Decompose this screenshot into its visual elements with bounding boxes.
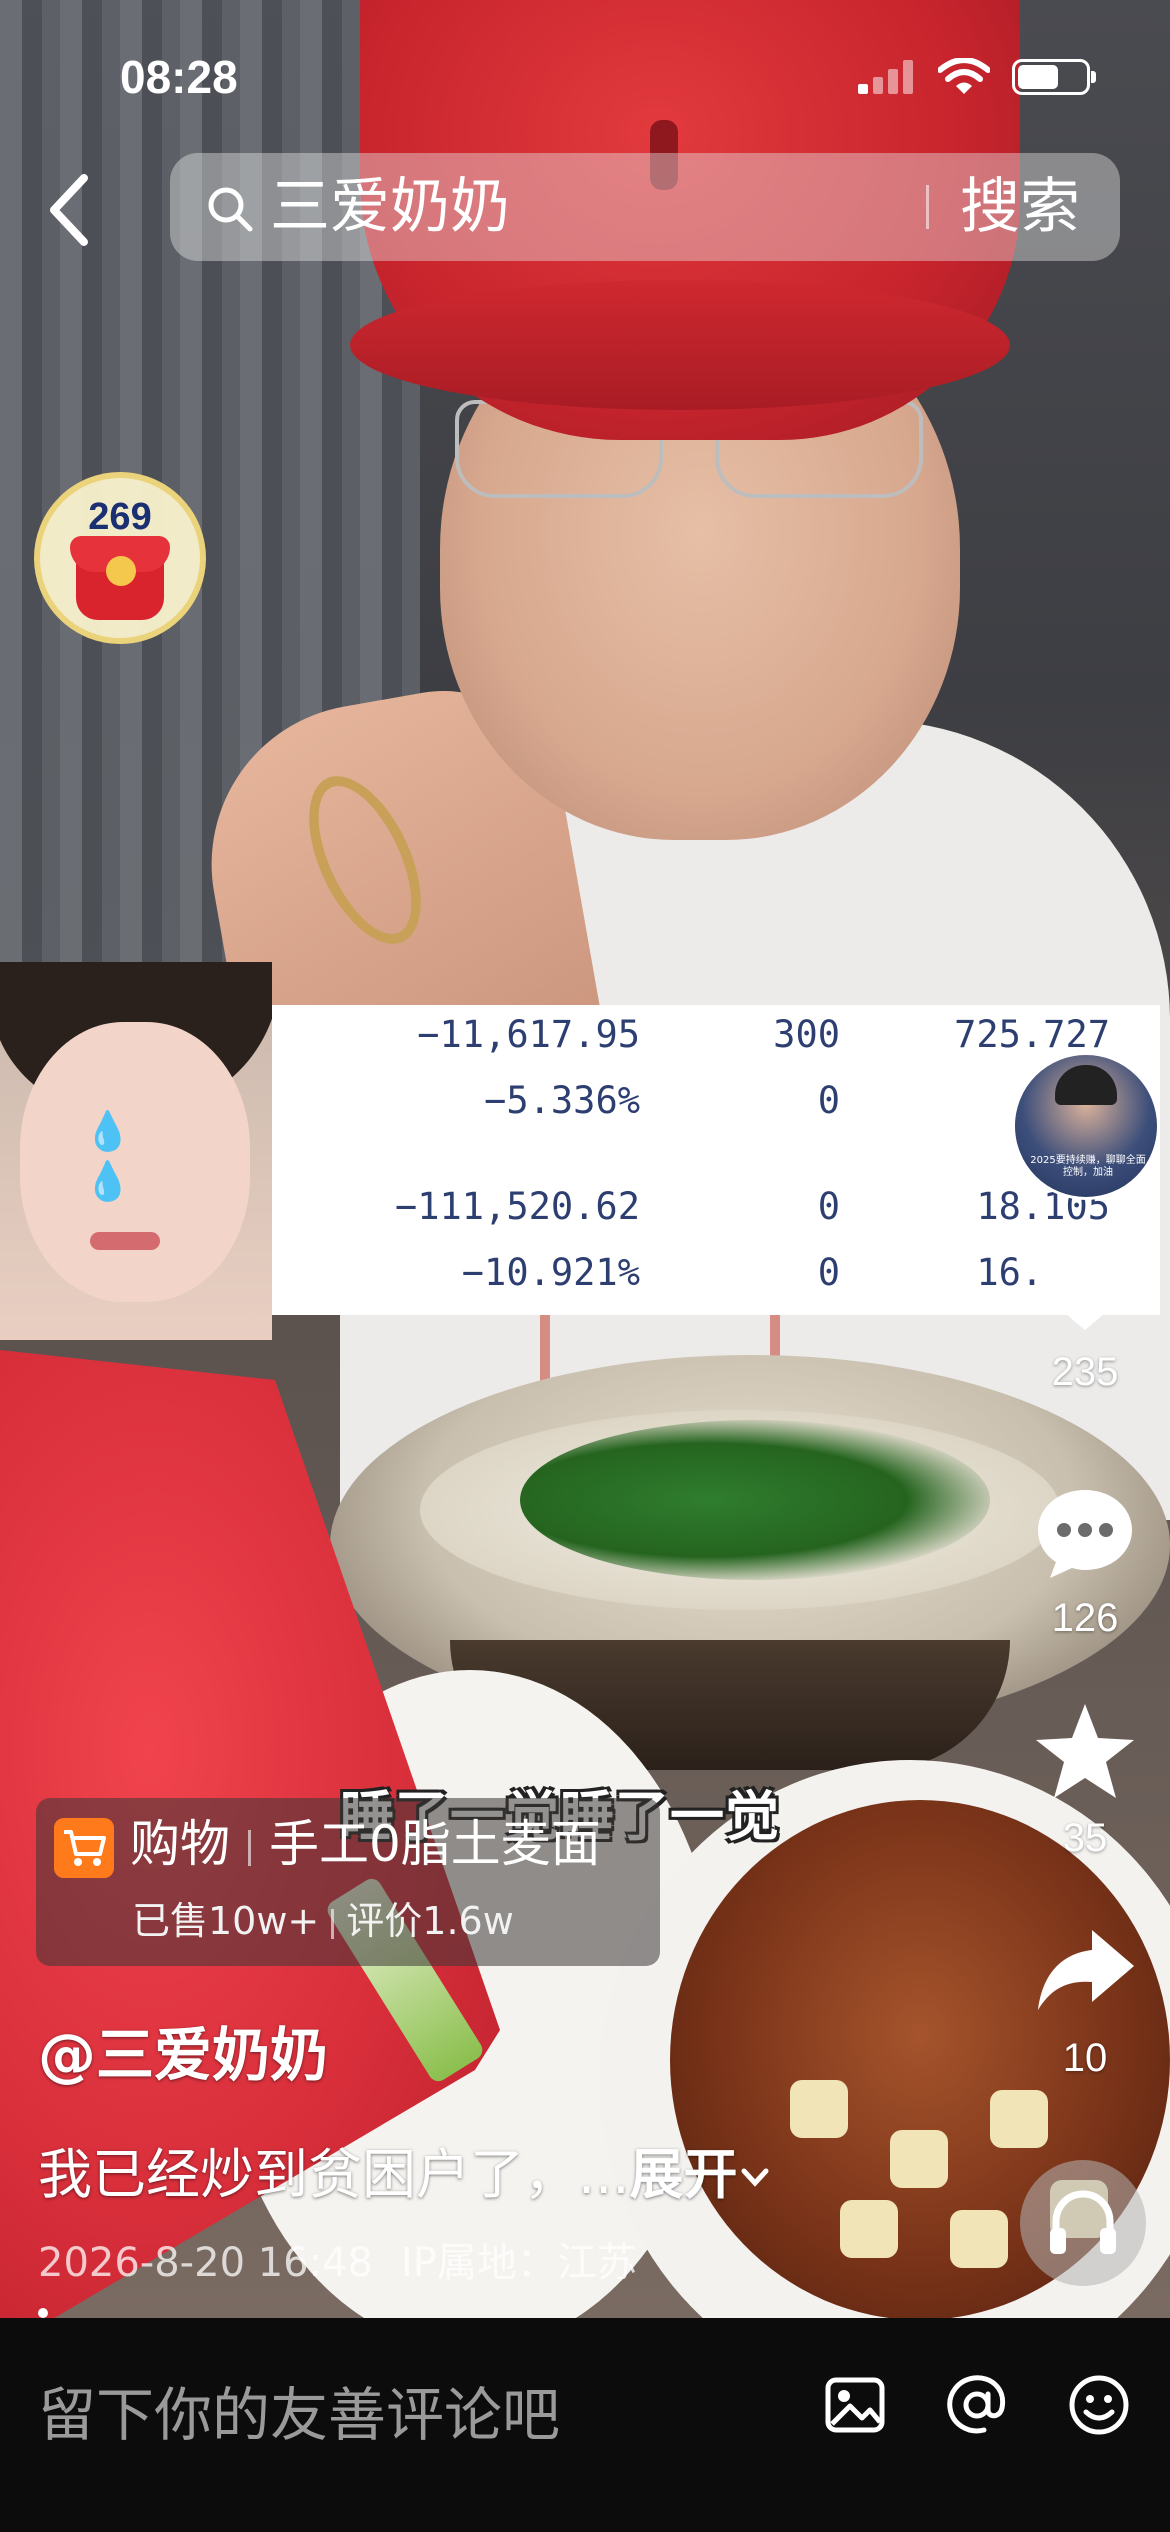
description-text: 我已经炒到贫困户了，... xyxy=(38,2143,630,2206)
expand-link[interactable]: 展开 xyxy=(630,2143,738,2206)
table-cell: −5.336% xyxy=(484,1079,640,1122)
search-bar[interactable]: 三爱奶奶 搜索 xyxy=(170,153,1120,261)
table-cell: 0 xyxy=(817,1079,840,1122)
favorite-button[interactable]: 35 xyxy=(1020,1698,1150,1861)
author-name[interactable]: @三爱奶奶 xyxy=(38,2008,328,2092)
post-date: 2026-8-20 16:48 xyxy=(38,2240,373,2286)
mention-icon[interactable] xyxy=(944,2372,1010,2438)
red-packet-count: 269 xyxy=(88,496,152,538)
heart-icon xyxy=(1038,1240,1132,1330)
back-arrow-icon[interactable] xyxy=(40,170,100,250)
chevron-down-icon[interactable] xyxy=(738,2163,772,2193)
playback-progress[interactable] xyxy=(38,2308,48,2318)
table-row: −11,617.95 300 725.727 xyxy=(272,1013,1160,1063)
search-divider xyxy=(926,185,929,229)
search-icon xyxy=(208,187,253,232)
share-button[interactable]: 10 xyxy=(1020,1918,1150,2081)
red-packet-widget[interactable]: 269 xyxy=(34,472,206,644)
status-icons xyxy=(858,58,1096,96)
search-input[interactable]: 三爱奶奶 xyxy=(270,173,510,241)
star-icon xyxy=(1036,1704,1134,1798)
status-bar: 08:28 xyxy=(0,0,1170,150)
red-cap-brim xyxy=(350,280,1010,410)
table-cell: −111,520.62 xyxy=(394,1185,640,1228)
favorite-count: 35 xyxy=(1062,1816,1108,1860)
headphones-icon xyxy=(1050,2190,1116,2254)
shopping-card[interactable]: 购物 手工0脂土麦面 已售10w+ 评价1.6w xyxy=(36,1798,660,1966)
shopping-cart-icon xyxy=(54,1818,114,1878)
review-count: 评价1.6w xyxy=(346,1899,514,1943)
like-button[interactable]: 235 xyxy=(1020,1232,1150,1395)
creator-avatar[interactable]: 2025要持续赚，聊聊全面控制，加油 xyxy=(1012,1052,1160,1200)
share-count: 10 xyxy=(1062,2036,1108,2080)
comment-button[interactable]: 126 xyxy=(1020,1478,1150,1641)
comment-count: 126 xyxy=(1051,1596,1119,1640)
like-count: 235 xyxy=(1051,1350,1119,1394)
table-cell: 0 xyxy=(817,1251,840,1294)
table-cell: 725.727 xyxy=(954,1013,1110,1056)
table-cell: −11,617.95 xyxy=(417,1013,640,1056)
comment-bar: 留下你的友善评论吧 xyxy=(0,2318,1170,2532)
crying-girl-thumbnail: 💧 💧 xyxy=(0,962,272,1340)
product-name: 手工0脂土麦面 xyxy=(269,1815,601,1873)
audio-button[interactable] xyxy=(1020,2160,1146,2286)
image-icon[interactable] xyxy=(822,2372,888,2438)
table-cell: 300 xyxy=(773,1013,840,1056)
sold-count: 已售10w+ xyxy=(132,1899,320,1943)
table-cell: −10.921% xyxy=(461,1251,640,1294)
wifi-icon xyxy=(938,58,990,94)
status-time: 08:28 xyxy=(120,51,238,103)
comment-input[interactable]: 留下你的友善评论吧 xyxy=(38,2368,560,2452)
share-arrow-icon xyxy=(1038,1930,1134,2010)
comment-bubble-icon xyxy=(1038,1490,1132,1578)
greens xyxy=(520,1420,990,1580)
table-row: −111,520.62 0 18.105 xyxy=(272,1185,1160,1235)
search-button[interactable]: 搜索 xyxy=(960,173,1080,241)
video-description[interactable]: 我已经炒到贫困户了，...展开 xyxy=(38,2130,772,2209)
ip-location: IP属地：江苏 xyxy=(401,2240,637,2286)
table-cell: 0 xyxy=(817,1185,840,1228)
emoji-icon[interactable] xyxy=(1066,2372,1132,2438)
creator-avatar-text: 2025要持续赚，聊聊全面控制，加油 xyxy=(1030,1155,1146,1178)
battery-icon xyxy=(1012,59,1096,95)
coin-icon xyxy=(106,556,136,586)
shop-tag: 购物 xyxy=(130,1815,230,1873)
post-meta: 2026-8-20 16:48 IP属地：江苏 xyxy=(38,2230,637,2288)
signal-icon xyxy=(858,60,916,94)
